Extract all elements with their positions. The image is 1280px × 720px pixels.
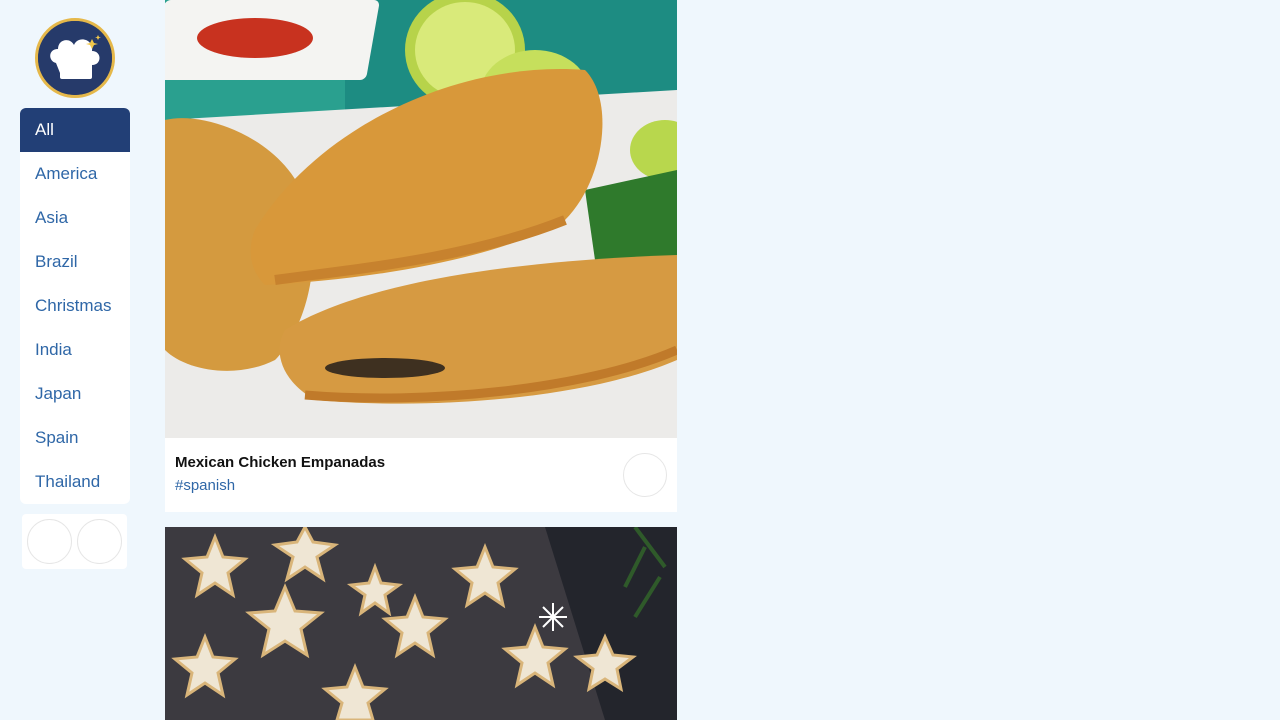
recipe-title: Mexican Chicken Empanadas — [175, 454, 386, 471]
category-nav: All America Asia Brazil Christmas India … — [20, 108, 130, 504]
recipe-card[interactable] — [165, 527, 677, 720]
nav-item-spain[interactable]: Spain — [20, 416, 130, 460]
recipe-tag-link[interactable]: #spanish — [175, 477, 235, 494]
nav-item-asia[interactable]: Asia — [20, 196, 130, 240]
recipe-card-footer: Mexican Chicken Empanadas #spanish — [165, 438, 677, 512]
nav-item-brazil[interactable]: Brazil — [20, 240, 130, 284]
nav-item-japan[interactable]: Japan — [20, 372, 130, 416]
recipe-card[interactable]: Mexican Chicken Empanadas #spanish — [165, 0, 677, 512]
sidebar-circle-button-2[interactable] — [76, 519, 122, 564]
nav-item-all[interactable]: All — [20, 108, 130, 152]
star-cookies-photo[interactable] — [165, 527, 677, 720]
nav-item-india[interactable]: India — [20, 328, 130, 372]
app: All America Asia Brazil Christmas India … — [0, 0, 1280, 720]
favorite-button[interactable] — [623, 453, 667, 497]
sidebar-circle-button-1[interactable] — [27, 519, 73, 564]
nav-item-thailand[interactable]: Thailand — [20, 460, 130, 504]
recipe-feed: Mexican Chicken Empanadas #spanish — [165, 0, 677, 720]
empanadas-photo[interactable] — [165, 0, 677, 438]
nav-item-america[interactable]: America — [20, 152, 130, 196]
chef-hat-icon — [38, 21, 112, 95]
sidebar-extra-buttons — [22, 514, 127, 569]
chef-hat-logo[interactable] — [35, 18, 115, 98]
nav-item-christmas[interactable]: Christmas — [20, 284, 130, 328]
